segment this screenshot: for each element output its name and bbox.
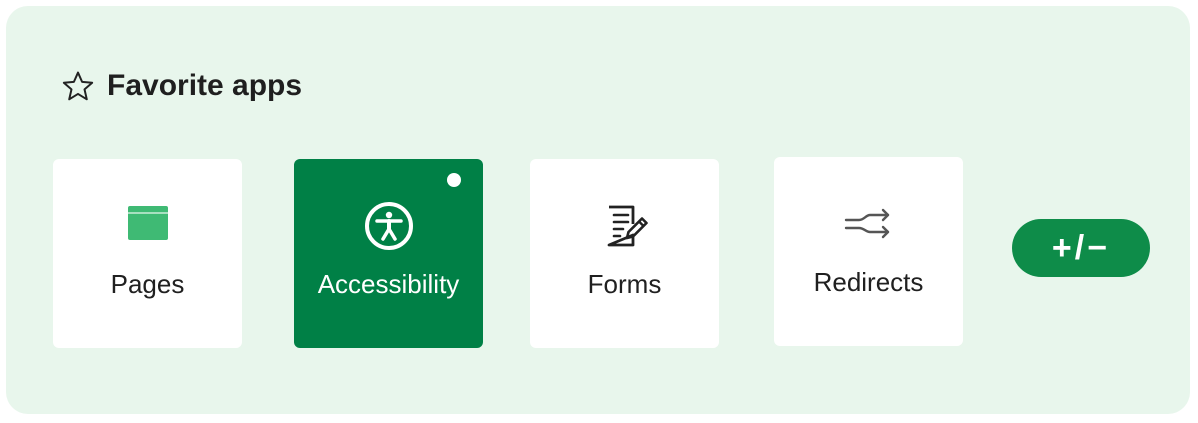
favorite-apps-panel: Favorite apps Pages Accessibility Forms: [6, 6, 1190, 414]
active-indicator-dot: [447, 173, 461, 187]
pages-icon: [127, 206, 168, 240]
accessibility-icon: [364, 202, 413, 250]
edit-favorites-button[interactable]: +/−: [1012, 219, 1150, 277]
app-label: Accessibility: [317, 269, 460, 299]
star-outline-icon[interactable]: [61, 69, 95, 103]
app-label: Pages: [110, 269, 185, 299]
app-tile-redirects[interactable]: Redirects: [774, 157, 963, 346]
section-header: Favorite apps: [61, 64, 302, 108]
app-label: Forms: [587, 269, 662, 299]
forms-icon: [607, 205, 648, 247]
redirects-icon: [844, 208, 889, 239]
section-title: Favorite apps: [107, 69, 303, 102]
app-label: Redirects: [813, 267, 924, 297]
app-tile-pages[interactable]: Pages: [53, 159, 242, 348]
app-tile-forms[interactable]: Forms: [530, 159, 719, 348]
app-tile-accessibility[interactable]: Accessibility: [294, 159, 483, 348]
